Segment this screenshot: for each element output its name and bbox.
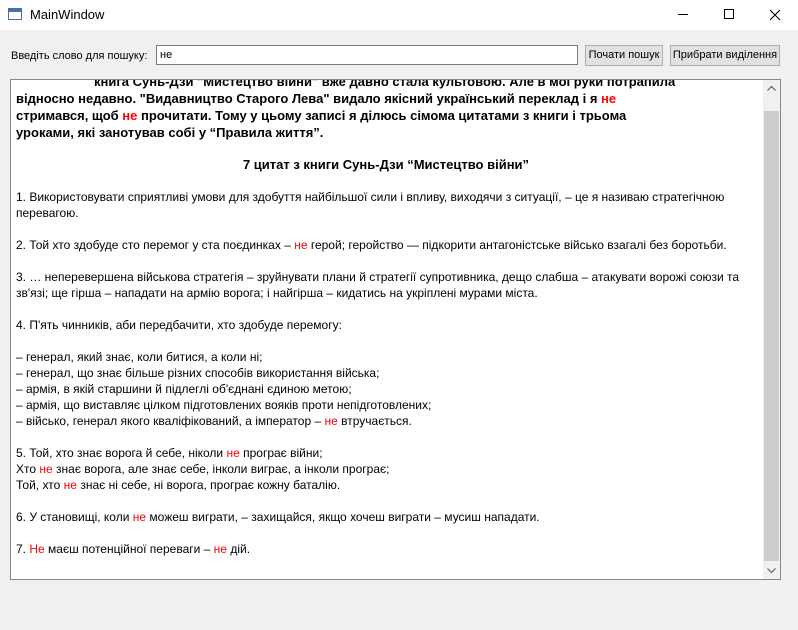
section-heading: 7 цитат з книги Сунь-Дзи “Мистецтво війн… bbox=[242, 157, 530, 172]
text-span: 5. Той, хто знає ворога й себе, ніколи bbox=[16, 446, 227, 460]
text-span: 2. Той хто здобуде сто перемог у ста поє… bbox=[16, 238, 295, 252]
quote-2: 2. Той хто здобуде сто перемог у ста поє… bbox=[16, 237, 756, 253]
search-input[interactable] bbox=[156, 45, 578, 65]
quote-6: 6. У становищі, коли не можеш виграти, –… bbox=[16, 509, 756, 525]
quote-7: 7. Не маєш потенційної переваги – не дій… bbox=[16, 541, 756, 557]
text-span: програє війни; bbox=[239, 446, 323, 460]
minimize-icon bbox=[678, 14, 688, 15]
search-highlight: не bbox=[132, 510, 147, 524]
text-span: стримався, щоб bbox=[16, 108, 123, 123]
list-item: – військо, генерал якого кваліфікований,… bbox=[16, 413, 756, 429]
window-title: MainWindow bbox=[30, 7, 105, 22]
text-span: Той, хто bbox=[16, 478, 64, 492]
close-button[interactable] bbox=[752, 0, 798, 30]
quote-line: 5. Той, хто знає ворога й себе, ніколи н… bbox=[16, 445, 756, 461]
text-span: герой; геройство — підкорити антагоністс… bbox=[307, 238, 727, 252]
vertical-scrollbar[interactable] bbox=[763, 80, 780, 579]
search-highlight: не bbox=[226, 446, 240, 460]
text-span: Хто bbox=[16, 462, 40, 476]
search-highlight: не bbox=[324, 414, 338, 428]
minimize-button[interactable] bbox=[660, 0, 706, 30]
intro-line: уроками, які занотував собі у “Правила ж… bbox=[16, 125, 324, 140]
search-highlight: не bbox=[213, 542, 227, 556]
search-highlight: не bbox=[39, 462, 53, 476]
text-display-area[interactable]: книга Сунь-Дзи "Мистецтво війни" вже дав… bbox=[10, 79, 781, 580]
close-icon bbox=[769, 9, 781, 21]
text-span: – військо, генерал якого кваліфікований,… bbox=[16, 414, 325, 428]
scroll-down-arrow-icon[interactable] bbox=[763, 562, 780, 579]
scrollbar-thumb[interactable] bbox=[764, 111, 779, 561]
text-span: можеш виграти, – захищайся, якщо хочеш в… bbox=[146, 510, 540, 524]
search-highlight: не bbox=[122, 108, 138, 123]
search-label: Введіть слово для пошуку: bbox=[11, 50, 148, 62]
text-span: дій. bbox=[226, 542, 251, 556]
intro-paragraph: книга Сунь-Дзи "Мистецтво війни" вже дав… bbox=[16, 79, 756, 141]
quote-3: 3. … неперевершена військова стратегія –… bbox=[16, 270, 740, 300]
list-item: – армія, в якій старшини й підлеглі об'є… bbox=[16, 382, 352, 396]
quote-line: Хто не знає ворога, але знає себе, інкол… bbox=[16, 461, 756, 477]
text-span: відносно недавно. "Видавництво Старого Л… bbox=[16, 91, 602, 106]
search-highlight: Не bbox=[29, 542, 45, 556]
scroll-up-arrow-icon[interactable] bbox=[763, 80, 780, 97]
factors-list: – генерал, який знає, коли битися, а кол… bbox=[16, 349, 756, 429]
text-span: 7. bbox=[16, 542, 30, 556]
quote-4: 4. П'ять чинників, аби передбачити, хто … bbox=[16, 318, 342, 332]
text-span: втручається. bbox=[337, 414, 412, 428]
maximize-icon bbox=[724, 9, 734, 19]
title-bar[interactable]: MainWindow bbox=[0, 0, 798, 30]
search-highlight: не bbox=[63, 478, 77, 492]
quote-line: Той, хто не знає ні себе, ні ворога, про… bbox=[16, 477, 756, 493]
text-span: знає ні себе, ні ворога, програє кожну б… bbox=[76, 478, 341, 492]
list-item: – генерал, що знає більше різних способі… bbox=[16, 366, 380, 380]
text-span: прочитати. Тому у цьому записі я ділюсь … bbox=[137, 108, 627, 123]
list-item: – армія, що виставляє цілком підготовлен… bbox=[16, 398, 432, 412]
intro-line: книга Сунь-Дзи "Мистецтво війни" вже дав… bbox=[94, 79, 676, 89]
quote-1: 1. Використовувати сприятливі умови для … bbox=[16, 190, 725, 220]
quote-5: 5. Той, хто знає ворога й себе, ніколи н… bbox=[16, 445, 756, 493]
text-span: 6. У становищі, коли bbox=[16, 510, 133, 524]
list-item: – генерал, який знає, коли битися, а кол… bbox=[16, 350, 263, 364]
text-span: знає ворога, але знає себе, інколи вигра… bbox=[52, 462, 390, 476]
text-content: книга Сунь-Дзи "Мистецтво війни" вже дав… bbox=[16, 79, 756, 573]
maximize-button[interactable] bbox=[706, 0, 752, 30]
intro-line: стримався, щоб не прочитати. Тому у цьом… bbox=[16, 107, 756, 124]
app-icon bbox=[8, 8, 22, 20]
intro-line: відносно недавно. "Видавництво Старого Л… bbox=[16, 90, 756, 107]
clear-highlight-button[interactable]: Прибрати виділення bbox=[670, 45, 780, 66]
start-search-button[interactable]: Почати пошук bbox=[585, 45, 663, 66]
search-highlight: не bbox=[294, 238, 308, 252]
text-span: маєш потенційної переваги – bbox=[44, 542, 214, 556]
search-highlight: не bbox=[601, 91, 617, 106]
